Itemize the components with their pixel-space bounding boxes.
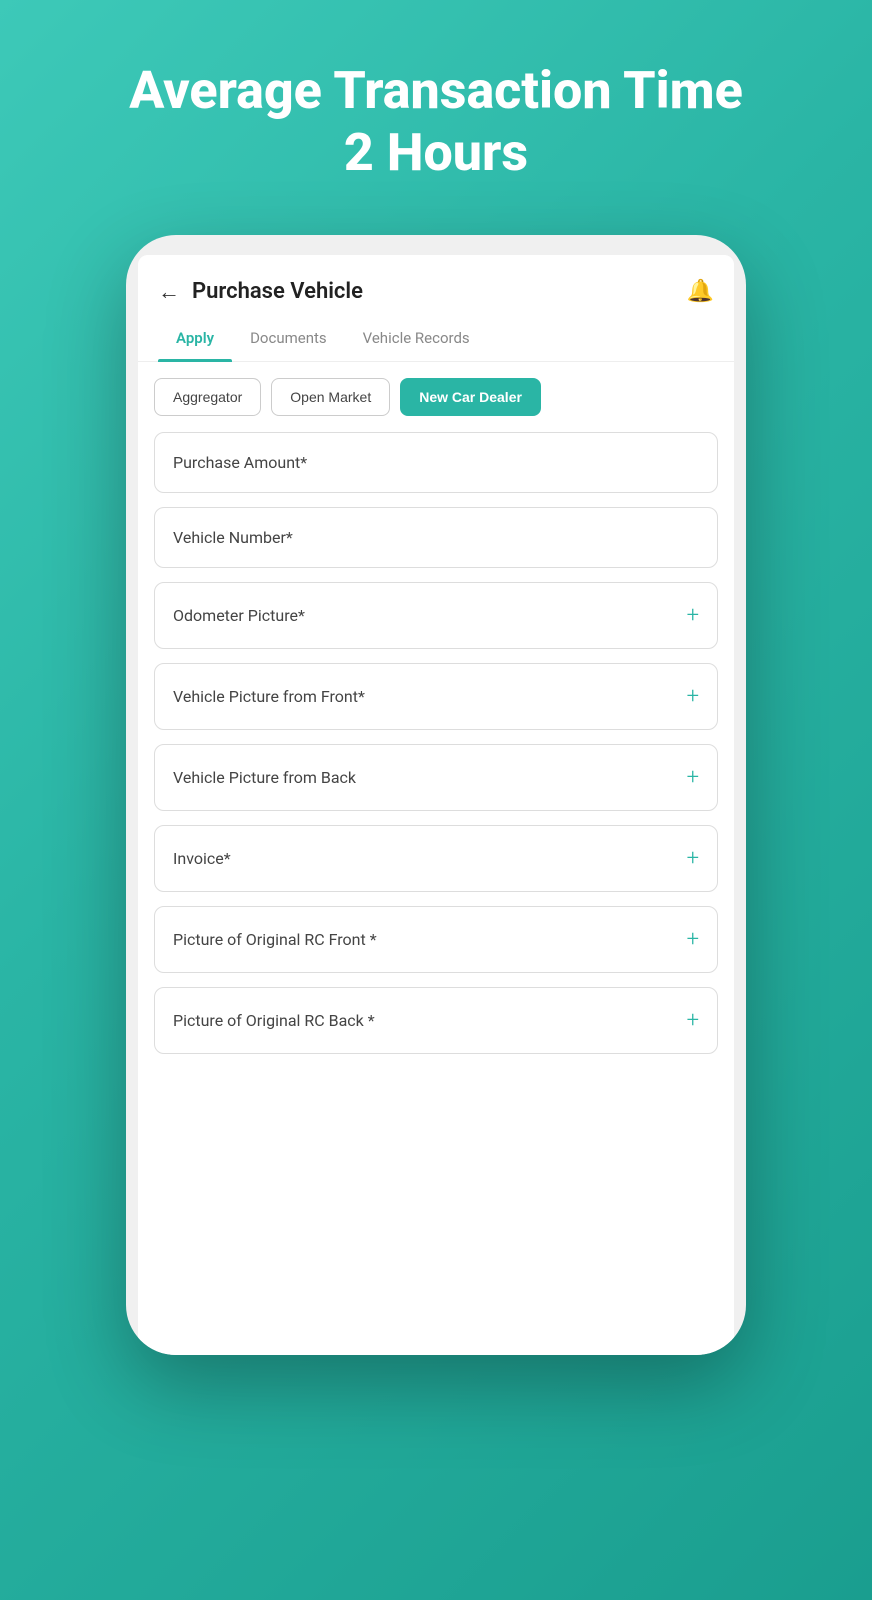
tab-bar: Apply Documents Vehicle Records	[138, 315, 734, 362]
field-label-odometer-picture: Odometer Picture*	[173, 606, 305, 625]
field-label-vehicle-front: Vehicle Picture from Front*	[173, 687, 365, 706]
field-label-rc-front: Picture of Original RC Front *	[173, 930, 377, 949]
notification-bell-icon[interactable]: 🔔	[687, 279, 714, 304]
phone-wrapper: ← Purchase Vehicle 🔔 Apply Documents Veh…	[126, 235, 746, 1600]
field-purchase-amount[interactable]: Purchase Amount*	[154, 432, 718, 493]
field-vehicle-front[interactable]: Vehicle Picture from Front* +	[154, 663, 718, 730]
back-button[interactable]: ←	[158, 279, 180, 305]
app-header: ← Purchase Vehicle 🔔	[138, 255, 734, 315]
tab-vehicle-records[interactable]: Vehicle Records	[345, 315, 488, 361]
field-label-invoice: Invoice*	[173, 849, 231, 868]
hero-title-line1: Average Transaction Time	[129, 60, 743, 122]
field-rc-back[interactable]: Picture of Original RC Back * +	[154, 987, 718, 1054]
page-title: Purchase Vehicle	[192, 279, 363, 304]
plus-icon-vehicle-back: +	[687, 765, 699, 790]
field-odometer-picture[interactable]: Odometer Picture* +	[154, 582, 718, 649]
field-label-purchase-amount: Purchase Amount*	[173, 453, 307, 472]
plus-icon-odometer: +	[687, 603, 699, 628]
segment-open-market[interactable]: Open Market	[271, 378, 390, 416]
field-label-vehicle-number: Vehicle Number*	[173, 528, 293, 547]
field-vehicle-number[interactable]: Vehicle Number*	[154, 507, 718, 568]
plus-icon-rc-back: +	[687, 1008, 699, 1033]
field-label-rc-back: Picture of Original RC Back *	[173, 1011, 375, 1030]
segment-row: Aggregator Open Market New Car Dealer	[138, 362, 734, 424]
plus-icon-invoice: +	[687, 846, 699, 871]
tab-apply[interactable]: Apply	[158, 315, 232, 361]
plus-icon-vehicle-front: +	[687, 684, 699, 709]
field-label-vehicle-back: Vehicle Picture from Back	[173, 768, 356, 787]
segment-aggregator[interactable]: Aggregator	[154, 378, 261, 416]
tab-documents[interactable]: Documents	[232, 315, 345, 361]
field-vehicle-back[interactable]: Vehicle Picture from Back +	[154, 744, 718, 811]
plus-icon-rc-front: +	[687, 927, 699, 952]
hero-title-line2: 2 Hours	[129, 122, 743, 184]
phone-screen: ← Purchase Vehicle 🔔 Apply Documents Veh…	[138, 255, 734, 1355]
phone-frame: ← Purchase Vehicle 🔔 Apply Documents Veh…	[126, 235, 746, 1355]
field-invoice[interactable]: Invoice* +	[154, 825, 718, 892]
form-area: Purchase Amount* Vehicle Number* Odomete…	[138, 424, 734, 1084]
header-left: ← Purchase Vehicle	[158, 279, 363, 305]
hero-section: Average Transaction Time 2 Hours	[69, 60, 803, 185]
field-rc-front[interactable]: Picture of Original RC Front * +	[154, 906, 718, 973]
segment-new-car-dealer[interactable]: New Car Dealer	[400, 378, 541, 416]
